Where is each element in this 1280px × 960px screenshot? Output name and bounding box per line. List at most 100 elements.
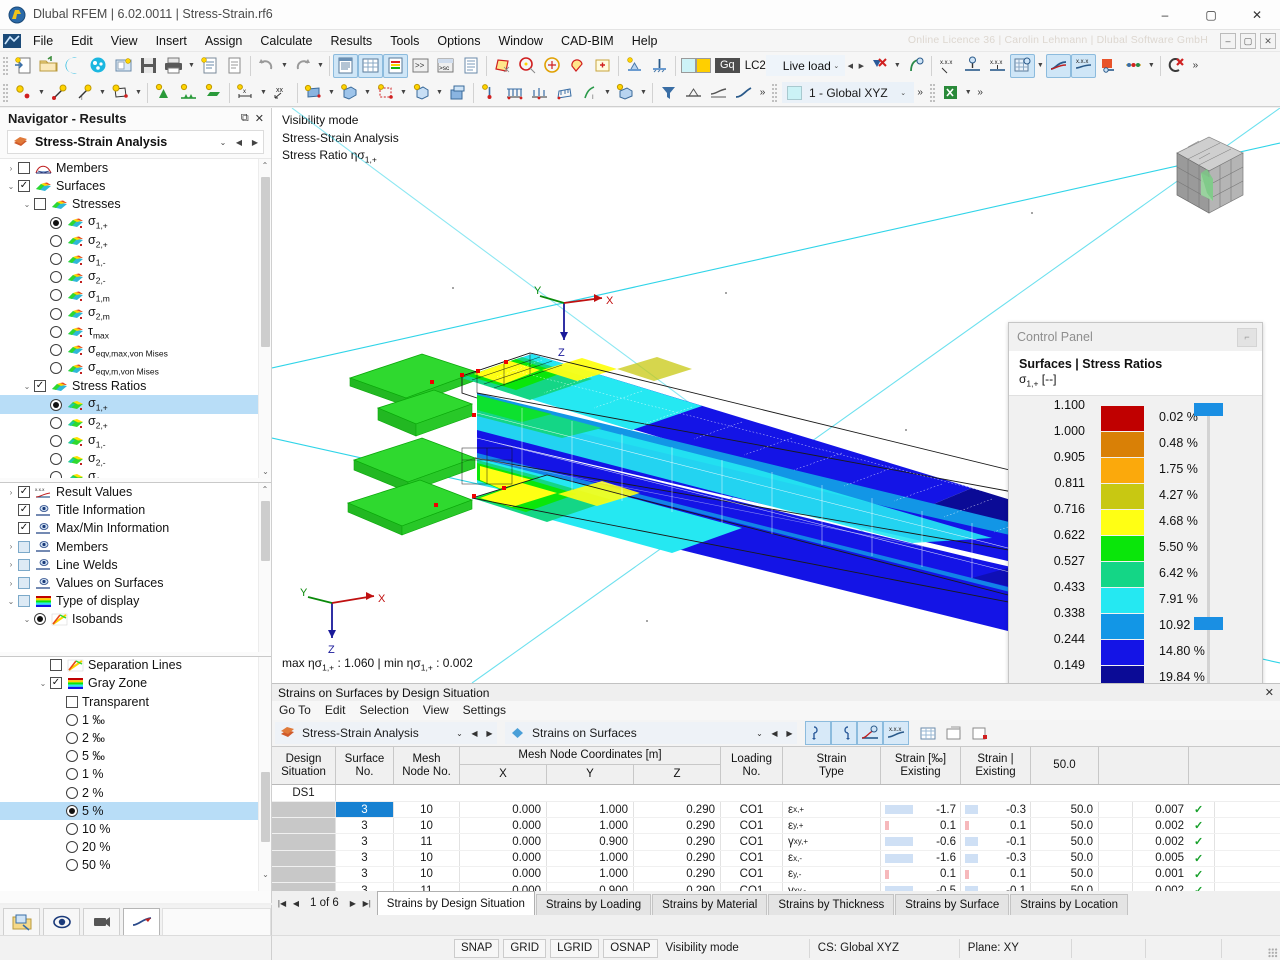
menu-options[interactable]: Options bbox=[428, 30, 489, 52]
view-cube-icon[interactable] bbox=[1157, 123, 1262, 228]
toolbar-overflow-3[interactable]: » bbox=[914, 81, 927, 105]
tree-item[interactable]: ⌄✓Surfaces bbox=[0, 177, 271, 195]
new-plane-icon[interactable] bbox=[301, 81, 326, 105]
nodal-load-icon[interactable] bbox=[477, 81, 502, 105]
result-labels-icon[interactable]: x.x.x bbox=[1071, 54, 1096, 78]
filter-cols-icon[interactable] bbox=[831, 721, 857, 745]
deformation-icon[interactable] bbox=[706, 81, 731, 105]
navigator-combo-next[interactable]: ▶ bbox=[247, 138, 263, 147]
tree-radio[interactable] bbox=[50, 435, 62, 447]
row-limit-value[interactable]: 50.0 bbox=[1031, 802, 1099, 817]
row-mesh-node-no[interactable]: 11 bbox=[394, 834, 460, 849]
tree-checkbox[interactable] bbox=[18, 541, 30, 553]
lgrid-toggle[interactable]: LGRID bbox=[550, 939, 599, 958]
tree-item[interactable]: 20 % bbox=[0, 838, 271, 856]
cs-dropdown-caret[interactable]: ⌄ bbox=[898, 81, 909, 105]
tree-radio[interactable] bbox=[50, 399, 62, 411]
grid-column-header[interactable]: Strain [‰]Existing bbox=[881, 747, 961, 784]
delete-loads-dropdown-caret[interactable]: ▼ bbox=[892, 54, 903, 78]
row-coord-x[interactable]: 0.000 bbox=[460, 851, 547, 866]
scroll-down-icon-3[interactable]: ⌄ bbox=[259, 868, 271, 881]
tree-radio[interactable] bbox=[66, 859, 78, 871]
tree-radio[interactable] bbox=[66, 750, 78, 762]
table-analysis-combo[interactable]: Stress-Strain Analysis ⌄ ◀ ▶ bbox=[275, 722, 497, 744]
dimension-xx-icon[interactable]: xx bbox=[269, 81, 294, 105]
scroll-down-icon[interactable]: ⌄ bbox=[259, 465, 271, 478]
table-tab[interactable]: Strains by Location bbox=[1010, 894, 1128, 915]
row-strain-limit-existing[interactable]: 0.1 bbox=[961, 867, 1031, 882]
table-row[interactable]: 3110.0000.9000.290CO1γxy,--0.5-0.150.00.… bbox=[272, 883, 1280, 891]
tree-expander[interactable]: › bbox=[4, 164, 18, 173]
navigator-close-button[interactable]: ✕ bbox=[255, 112, 264, 125]
row-ratio-value[interactable]: 0.002 bbox=[1133, 818, 1189, 833]
tree-item[interactable]: σ2,- bbox=[0, 268, 271, 286]
fix-support-icon[interactable] bbox=[647, 54, 672, 78]
tree-checkbox[interactable] bbox=[50, 659, 62, 671]
select-rotate-icon[interactable] bbox=[540, 54, 565, 78]
tree-item[interactable]: σ1,+ bbox=[0, 395, 271, 413]
tree-checkbox[interactable]: ✓ bbox=[50, 677, 62, 689]
grid-column-header[interactable]: 50.0 bbox=[1031, 747, 1099, 784]
tree-radio[interactable] bbox=[50, 271, 62, 283]
tree-item[interactable]: ›Values on Surfaces bbox=[0, 574, 271, 592]
tree-radio[interactable] bbox=[50, 453, 62, 465]
tree-checkbox[interactable] bbox=[18, 577, 30, 589]
tree-checkbox[interactable] bbox=[18, 559, 30, 571]
tree-item[interactable]: ⌄Isobands bbox=[0, 610, 271, 628]
row-loading-no[interactable]: CO1 bbox=[721, 818, 783, 833]
snap-toggle[interactable]: SNAP bbox=[454, 939, 499, 958]
tree-item[interactable]: σ1,- bbox=[0, 432, 271, 450]
model-properties-icon[interactable] bbox=[111, 54, 136, 78]
new-plane-dropdown-caret[interactable]: ▼ bbox=[326, 81, 337, 105]
tree-radio[interactable] bbox=[50, 362, 62, 374]
row-coord-y[interactable]: 1.000 bbox=[547, 867, 634, 882]
imperfection-icon[interactable]: I bbox=[577, 81, 602, 105]
row-mesh-node-no[interactable]: 10 bbox=[394, 851, 460, 866]
row-coord-x[interactable]: 0.000 bbox=[460, 867, 547, 882]
toolbar-grip[interactable] bbox=[2, 56, 9, 75]
legend-slider-handle-bottom[interactable] bbox=[1194, 617, 1223, 630]
navigator-combo-prev[interactable]: ◀ bbox=[231, 138, 247, 147]
row-strain-limit-existing[interactable]: -0.1 bbox=[961, 834, 1031, 849]
tree-checkbox[interactable] bbox=[66, 696, 78, 708]
tree-item[interactable]: σ1,m bbox=[0, 286, 271, 304]
tree-radio[interactable] bbox=[66, 732, 78, 744]
new-node-dropdown-caret[interactable]: ▼ bbox=[36, 81, 47, 105]
new-node-icon[interactable] bbox=[11, 81, 36, 105]
tree-scrollbar-1[interactable]: ⌃ ⌄ bbox=[258, 159, 271, 478]
row-surface-no[interactable]: 3 bbox=[336, 818, 394, 833]
tree-item[interactable]: ⌄Stresses bbox=[0, 195, 271, 213]
scroll-thumb-2[interactable] bbox=[261, 501, 270, 561]
render-result-icon[interactable] bbox=[903, 54, 928, 78]
tree-radio[interactable] bbox=[50, 235, 62, 247]
imperfection-dropdown-caret[interactable]: ▼ bbox=[602, 81, 613, 105]
undo-icon[interactable] bbox=[254, 54, 279, 78]
grid-column-header[interactable]: LoadingNo. bbox=[721, 747, 783, 784]
row-strain-existing[interactable]: -1.7 bbox=[881, 802, 961, 817]
menu-view[interactable]: View bbox=[102, 30, 147, 52]
tree-item[interactable]: σ1,- bbox=[0, 250, 271, 268]
window-resize-handle[interactable] bbox=[1268, 948, 1278, 958]
toolbar-grip-4[interactable] bbox=[929, 83, 936, 102]
tree-radio[interactable] bbox=[50, 253, 62, 265]
tree-item[interactable]: ⌄✓Gray Zone bbox=[0, 674, 271, 692]
tree-item[interactable]: τmax bbox=[0, 323, 271, 341]
table-print-icon[interactable] bbox=[967, 721, 993, 745]
toolbar-grip-3[interactable] bbox=[771, 83, 778, 102]
row-mesh-node-no[interactable]: 10 bbox=[394, 867, 460, 882]
menu-cad-bim[interactable]: CAD-BIM bbox=[552, 30, 623, 52]
tree-scrollbar-3[interactable]: ⌄ bbox=[258, 657, 271, 891]
tree-item[interactable]: Separation Lines bbox=[0, 656, 271, 674]
row-limit-value[interactable]: 50.0 bbox=[1031, 834, 1099, 849]
dlubal-center-icon[interactable] bbox=[61, 54, 86, 78]
row-coord-y[interactable]: 0.900 bbox=[547, 883, 634, 891]
mesh-display-icon[interactable] bbox=[1010, 54, 1035, 78]
tree-item[interactable]: ✓Max/Min Information bbox=[0, 519, 271, 537]
camera-icon[interactable] bbox=[83, 908, 120, 936]
table-analysis-next[interactable]: ▶ bbox=[482, 729, 497, 738]
menu-calculate[interactable]: Calculate bbox=[251, 30, 321, 52]
table-menu-goto[interactable]: Go To bbox=[272, 701, 318, 720]
row-ratio-value[interactable]: 0.002 bbox=[1133, 883, 1189, 891]
new-nodal-support-icon[interactable] bbox=[151, 81, 176, 105]
new-support-icon[interactable] bbox=[622, 54, 647, 78]
